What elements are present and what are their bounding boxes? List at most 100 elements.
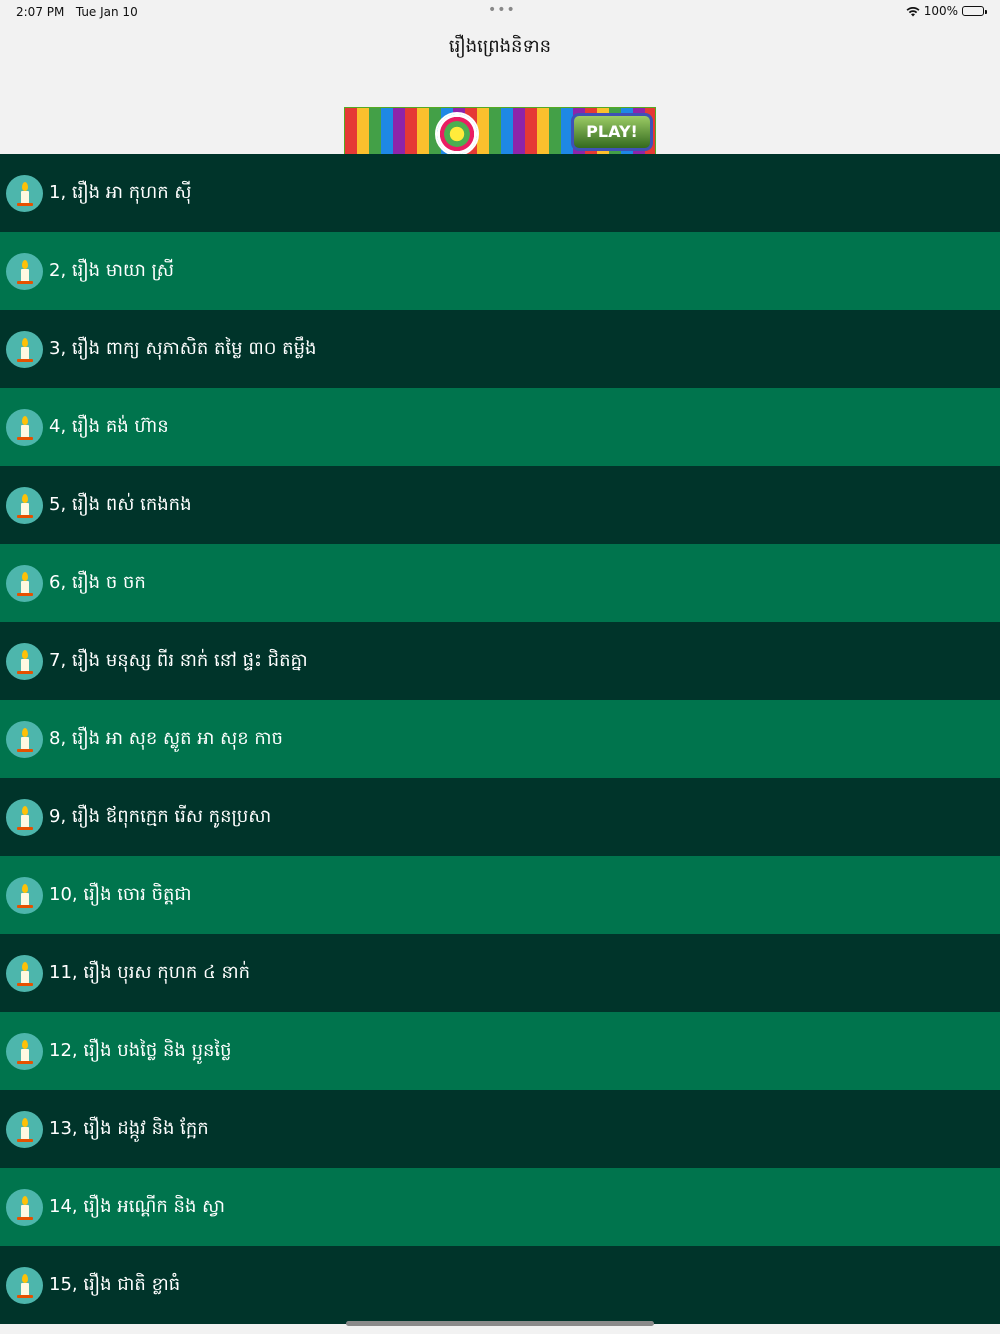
candle-icon <box>6 954 43 992</box>
list-item-label: 11, រឿង បុរស កុហក ៤ នាក់ <box>49 961 251 983</box>
list-item-label: 2, រឿង មាយា ស្រី <box>49 259 175 281</box>
candle-flame <box>22 571 28 581</box>
candle-base <box>17 280 33 284</box>
status-bar: 2:07 PM Tue Jan 10 ••• 100% <box>0 0 1000 24</box>
candle-body <box>21 970 29 984</box>
candle-base <box>17 592 33 596</box>
list-item[interactable]: 6, រឿង ច ចក <box>0 544 1000 622</box>
candle-body <box>21 1126 29 1140</box>
list-item-label: 7, រឿង មនុស្ស ពីរ នាក់ នៅ ផ្ទះ ជិតគ្នា <box>49 649 308 671</box>
list-item[interactable]: 12, រឿង បងថ្លៃ និង ប្អូនថ្លៃ <box>0 1012 1000 1090</box>
candle-base <box>17 1216 33 1220</box>
candle-icon <box>6 876 43 914</box>
multitasking-dots-icon[interactable]: ••• <box>488 2 516 18</box>
list-item-label: 15, រឿង ជាតិ ខ្លាធំ <box>49 1273 181 1295</box>
list-item-label: 14, រឿង អណ្តើក និង ស្វា <box>49 1195 225 1217</box>
candle-base <box>17 358 33 362</box>
list-item[interactable]: 2, រឿង មាយា ស្រី <box>0 232 1000 310</box>
candle-icon <box>6 564 43 602</box>
list-item-label: 13, រឿង ដង្កូវ និង ក្អែក <box>49 1117 209 1139</box>
ad-ball-image <box>435 112 479 155</box>
candle-flame <box>22 961 28 971</box>
status-time: 2:07 PM Tue Jan 10 <box>16 5 138 19</box>
candle-flame <box>22 1195 28 1205</box>
candle-icon <box>6 252 43 290</box>
list-item-label: 12, រឿង បងថ្លៃ និង ប្អូនថ្លៃ <box>49 1039 232 1061</box>
status-date-text: Tue Jan 10 <box>75 5 138 19</box>
list-item[interactable]: 13, រឿង ដង្កូវ និង ក្អែក <box>0 1090 1000 1168</box>
candle-body <box>21 268 29 282</box>
candle-flame <box>22 1273 28 1283</box>
candle-base <box>17 436 33 440</box>
candle-body <box>21 1204 29 1218</box>
candle-flame <box>22 883 28 893</box>
candle-icon <box>6 1266 43 1304</box>
candle-icon <box>6 1032 43 1070</box>
list-item-label: 4, រឿង គង់ ហ៊ាន <box>49 415 169 437</box>
candle-body <box>21 892 29 906</box>
wifi-icon <box>906 6 920 16</box>
list-item[interactable]: 7, រឿង មនុស្ស ពីរ នាក់ នៅ ផ្ទះ ជិតគ្នា <box>0 622 1000 700</box>
candle-body <box>21 580 29 594</box>
candle-body <box>21 1282 29 1296</box>
list-item[interactable]: 14, រឿង អណ្តើក និង ស្វា <box>0 1168 1000 1246</box>
list-item-label: 9, រឿង ឪពុកក្មេក រើស កូនប្រសា <box>49 805 272 827</box>
list-item[interactable]: 1, រឿង អា កុហក ស៊ី <box>0 154 1000 232</box>
story-list: 1, រឿង អា កុហក ស៊ី 2, រឿង មាយា ស្រី 3, រឿង… <box>0 154 1000 1324</box>
candle-flame <box>22 805 28 815</box>
status-time-text: 2:07 PM <box>16 5 65 19</box>
list-item-label: 1, រឿង អា កុហក ស៊ី <box>49 181 192 203</box>
page-title: រឿងព្រេងនិទាន <box>448 36 552 57</box>
candle-base <box>17 748 33 752</box>
candle-flame <box>22 337 28 347</box>
candle-flame <box>22 1117 28 1127</box>
list-item-label: 3, រឿង ពាក្យ សុភាសិត តម្លៃ ៣០ តម្លឹង <box>49 337 317 359</box>
candle-body <box>21 502 29 516</box>
candle-base <box>17 514 33 518</box>
candle-flame <box>22 259 28 269</box>
candle-icon <box>6 642 43 680</box>
list-item[interactable]: 8, រឿង អា សុខ ស្លូត អា សុខ កាច <box>0 700 1000 778</box>
candle-body <box>21 424 29 438</box>
list-item[interactable]: 11, រឿង បុរស កុហក ៤ នាក់ <box>0 934 1000 1012</box>
ad-play-button[interactable]: PLAY! <box>571 113 653 151</box>
status-right: 100% <box>906 4 987 18</box>
candle-body <box>21 814 29 828</box>
battery-tip <box>985 10 987 14</box>
list-item-label: 5, រឿង ពស់ កេងកង <box>49 493 192 515</box>
list-item[interactable]: 9, រឿង ឪពុកក្មេក រើស កូនប្រសា <box>0 778 1000 856</box>
candle-icon <box>6 408 43 446</box>
candle-body <box>21 658 29 672</box>
candle-flame <box>22 493 28 503</box>
list-item-label: 8, រឿង អា សុខ ស្លូត អា សុខ កាច <box>49 727 283 749</box>
candle-icon <box>6 174 43 212</box>
list-item[interactable]: 4, រឿង គង់ ហ៊ាន <box>0 388 1000 466</box>
candle-base <box>17 202 33 206</box>
candle-icon <box>6 798 43 836</box>
ad-banner[interactable]: PLAY! <box>344 107 656 156</box>
candle-base <box>17 826 33 830</box>
battery-percent: 100% <box>923 4 958 18</box>
list-item[interactable]: 3, រឿង ពាក្យ សុភាសិត តម្លៃ ៣០ តម្លឹង <box>0 310 1000 388</box>
candle-base <box>17 904 33 908</box>
home-indicator[interactable] <box>346 1321 654 1326</box>
list-item[interactable]: 10, រឿង ចោរ ចិត្តជា <box>0 856 1000 934</box>
candle-flame <box>22 181 28 191</box>
list-item[interactable]: 5, រឿង ពស់ កេងកង <box>0 466 1000 544</box>
candle-icon <box>6 1110 43 1148</box>
candle-icon <box>6 1188 43 1226</box>
candle-body <box>21 346 29 360</box>
candle-icon <box>6 720 43 758</box>
candle-body <box>21 736 29 750</box>
list-item-label: 6, រឿង ច ចក <box>49 571 146 593</box>
candle-flame <box>22 649 28 659</box>
candle-body <box>21 1048 29 1062</box>
candle-base <box>17 982 33 986</box>
candle-base <box>17 670 33 674</box>
candle-base <box>17 1060 33 1064</box>
candle-flame <box>22 727 28 737</box>
list-item[interactable]: 15, រឿង ជាតិ ខ្លាធំ <box>0 1246 1000 1324</box>
candle-flame <box>22 1039 28 1049</box>
candle-base <box>17 1138 33 1142</box>
candle-icon <box>6 486 43 524</box>
